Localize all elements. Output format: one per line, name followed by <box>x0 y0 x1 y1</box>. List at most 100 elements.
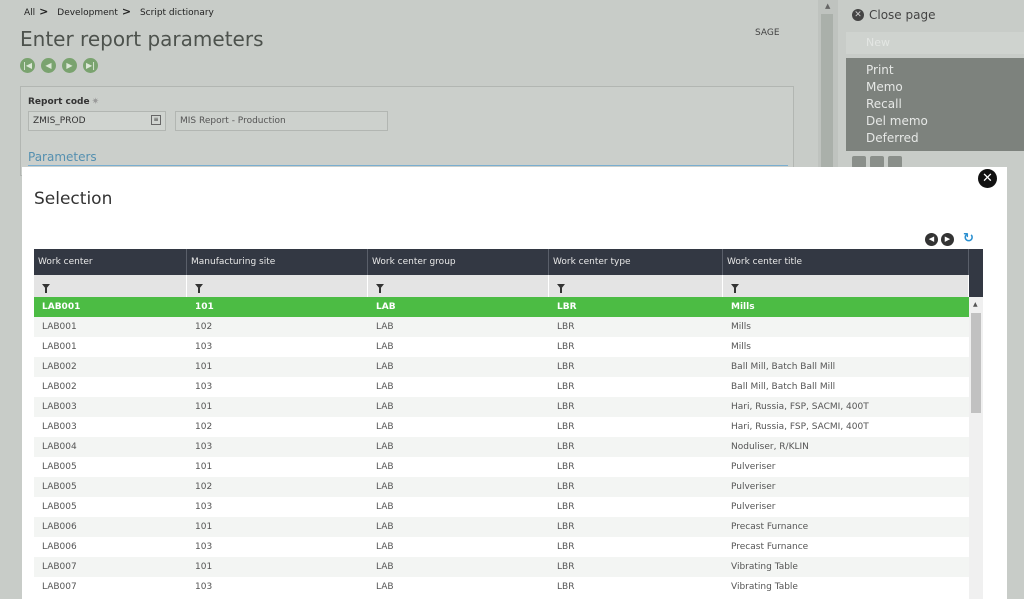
cell-work-center-type: LBR <box>557 582 575 592</box>
report-description-field: MIS Report - Production <box>175 111 388 131</box>
page-title: Enter report parameters <box>20 27 264 51</box>
cell-work-center-type: LBR <box>557 362 575 372</box>
cell-work-center-title: Vibrating Table <box>731 582 798 592</box>
menu-item-memo[interactable]: Memo <box>866 79 1024 96</box>
column-header-work-center-type[interactable]: Work center type <box>549 249 723 275</box>
cell-manufacturing-site: 103 <box>195 582 213 592</box>
filter-manufacturing-site[interactable] <box>187 275 368 297</box>
cell-work-center: LAB005 <box>42 482 77 492</box>
column-header-manufacturing-site[interactable]: Manufacturing site <box>187 249 368 275</box>
table-row[interactable]: LAB001 101 LAB LBR Mills <box>34 297 969 317</box>
cell-manufacturing-site: 101 <box>195 522 213 532</box>
cell-work-center-type: LBR <box>557 522 575 532</box>
menu-item-deferred[interactable]: Deferred <box>866 130 1024 147</box>
table-row[interactable]: LAB006 101 LAB LBR Precast Furnance <box>34 517 969 537</box>
table-row[interactable]: LAB003 102 LAB LBR Hari, Russia, FSP, SACMI,… <box>34 417 969 437</box>
cell-work-center-type: LBR <box>557 462 575 472</box>
table-row[interactable]: LAB001 102 LAB LBR Mills <box>34 317 969 337</box>
menu-item-recall[interactable]: Recall <box>866 96 1024 113</box>
cell-work-center-title: Noduliser, R/KLIN <box>731 442 809 452</box>
grid-scrollbar[interactable]: ▲ <box>969 249 983 599</box>
cell-manufacturing-site: 101 <box>195 462 213 472</box>
filter-icon[interactable] <box>42 284 50 293</box>
scroll-up-arrow-icon[interactable]: ▲ <box>973 301 978 308</box>
cell-work-center-group: LAB <box>376 522 394 532</box>
page-scrollbar-thumb[interactable] <box>821 14 833 174</box>
grid-scrollbar-thumb[interactable] <box>971 313 981 413</box>
next-record-icon[interactable]: ▶ <box>62 58 77 73</box>
table-row[interactable]: LAB002 103 LAB LBR Ball Mill, Batch Ball Mil… <box>34 377 969 397</box>
cell-work-center-group: LAB <box>376 502 394 512</box>
cell-manufacturing-site: 103 <box>195 542 213 552</box>
cell-work-center-group: LAB <box>376 462 394 472</box>
cell-work-center-title: Hari, Russia, FSP, SACMI, 400T <box>731 422 869 432</box>
column-header-work-center[interactable]: Work center <box>34 249 187 275</box>
cell-manufacturing-site: 102 <box>195 322 213 332</box>
cell-work-center-type: LBR <box>557 402 575 412</box>
table-row[interactable]: LAB001 103 LAB LBR Mills <box>34 337 969 357</box>
report-code-value: ZMIS_PROD <box>33 116 86 126</box>
cell-work-center-group: LAB <box>376 422 394 432</box>
modal-title: Selection <box>34 189 113 209</box>
cell-work-center: LAB007 <box>42 562 77 572</box>
cell-work-center-group: LAB <box>376 562 394 572</box>
cell-work-center-group: LAB <box>376 442 394 452</box>
first-record-icon[interactable]: |◀ <box>20 58 35 73</box>
table-row[interactable]: LAB007 101 LAB LBR Vibrating Table <box>34 557 969 577</box>
lookup-icon[interactable]: ≡ <box>151 115 161 125</box>
previous-page-icon[interactable]: ◀ <box>925 232 938 246</box>
cell-work-center-type: LBR <box>557 542 575 552</box>
previous-record-icon[interactable]: ◀ <box>41 58 56 73</box>
modal-close-icon[interactable]: ✕ <box>978 169 997 188</box>
cell-work-center: LAB003 <box>42 422 77 432</box>
cell-work-center: LAB006 <box>42 542 77 552</box>
breadcrumb-item-development[interactable]: Development <box>57 8 118 18</box>
breadcrumb-item-script-dictionary[interactable]: Script dictionary <box>140 8 214 18</box>
cell-work-center-type: LBR <box>557 482 575 492</box>
filter-work-center[interactable] <box>34 275 187 297</box>
cell-work-center-type: LBR <box>557 422 575 432</box>
menu-item-print[interactable]: Print <box>866 62 1024 79</box>
next-page-icon[interactable]: ▶ <box>941 232 954 246</box>
cell-work-center-group: LAB <box>376 482 394 492</box>
close-page-button[interactable]: ✕ Close page <box>852 8 935 22</box>
table-row[interactable]: LAB005 103 LAB LBR Pulveriser <box>34 497 969 517</box>
filter-work-center-group[interactable] <box>368 275 549 297</box>
filter-icon[interactable] <box>195 284 203 293</box>
filter-icon[interactable] <box>731 284 739 293</box>
scroll-up-arrow-icon[interactable]: ▲ <box>825 2 830 10</box>
filter-icon[interactable] <box>376 284 384 293</box>
filter-work-center-title[interactable] <box>723 275 969 297</box>
table-row[interactable]: LAB002 101 LAB LBR Ball Mill, Batch Ball Mil… <box>34 357 969 377</box>
close-page-label: Close page <box>869 8 936 22</box>
grid-header-row: Work center Manufacturing site Work cent… <box>34 249 969 275</box>
cell-work-center-type: LBR <box>557 502 575 512</box>
breadcrumb-item-all[interactable]: All <box>24 8 35 18</box>
breadcrumb-separator-icon: > <box>39 5 49 18</box>
table-row[interactable]: LAB006 103 LAB LBR Precast Furnance <box>34 537 969 557</box>
menu-item-del-memo[interactable]: Del memo <box>866 113 1024 130</box>
table-row[interactable]: LAB005 101 LAB LBR Pulveriser <box>34 457 969 477</box>
refresh-icon[interactable]: ↻ <box>963 232 977 246</box>
column-header-work-center-group[interactable]: Work center group <box>368 249 549 275</box>
new-button[interactable]: New <box>846 32 1024 54</box>
cell-work-center: LAB002 <box>42 382 77 392</box>
table-row[interactable]: LAB007 103 LAB LBR Vibrating Table <box>34 577 969 597</box>
cell-work-center: LAB001 <box>42 342 77 352</box>
record-navigation: |◀ ◀ ▶ ▶| <box>20 58 98 73</box>
cell-work-center-title: Precast Furnance <box>731 522 809 532</box>
cell-work-center: LAB005 <box>42 502 77 512</box>
cell-manufacturing-site: 103 <box>195 342 213 352</box>
cell-work-center-type: LBR <box>557 442 575 452</box>
filter-icon[interactable] <box>557 284 565 293</box>
last-record-icon[interactable]: ▶| <box>83 58 98 73</box>
report-code-input[interactable]: ZMIS_PROD ≡ <box>28 111 166 131</box>
column-header-work-center-title[interactable]: Work center title <box>723 249 969 275</box>
cell-manufacturing-site: 101 <box>195 302 214 312</box>
table-row[interactable]: LAB003 101 LAB LBR Hari, Russia, FSP, SACMI,… <box>34 397 969 417</box>
parameters-section-title[interactable]: Parameters <box>28 150 97 164</box>
table-row[interactable]: LAB004 103 LAB LBR Noduliser, R/KLIN <box>34 437 969 457</box>
table-row[interactable]: LAB005 102 LAB LBR Pulveriser <box>34 477 969 497</box>
filter-work-center-type[interactable] <box>549 275 723 297</box>
cell-work-center-type: LBR <box>557 382 575 392</box>
